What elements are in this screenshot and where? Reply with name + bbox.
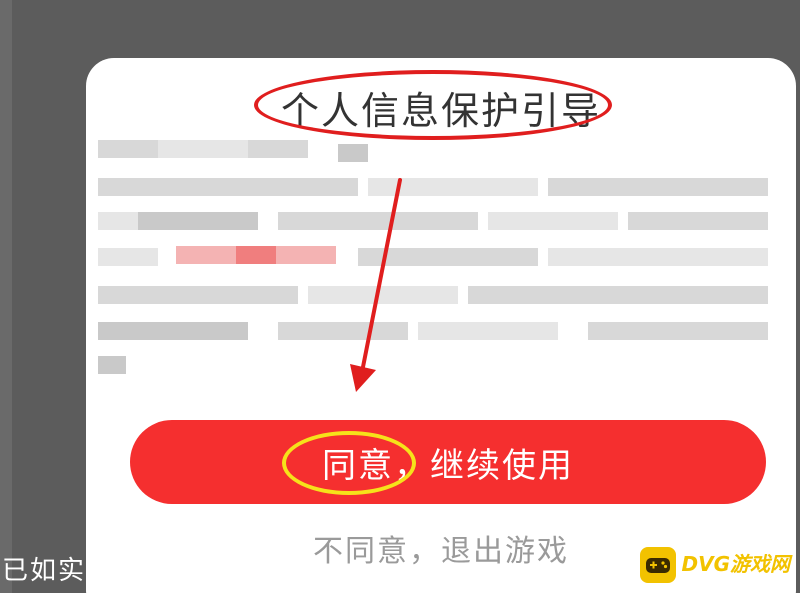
background-panel [0, 0, 12, 593]
background-partial-text: 已如实 [2, 556, 87, 586]
watermark-brand: DVG游戏网 [681, 552, 791, 576]
site-watermark: DVG游戏网 [639, 547, 791, 583]
agree-continue-button[interactable]: 同意，继续使用 [130, 420, 766, 504]
policy-text-blurred [98, 140, 774, 390]
agree-highlight-ring [282, 431, 416, 495]
gamepad-icon [639, 547, 676, 583]
title-highlight-ring [254, 70, 612, 140]
privacy-dialog: 个人信息保护引导 同意，继续使用 不同意，退出游戏 [86, 58, 796, 593]
screen: 已如实 个人信息保护引导 同意，继续使用 不同意，退出游戏 DVG游戏网 [0, 0, 800, 593]
